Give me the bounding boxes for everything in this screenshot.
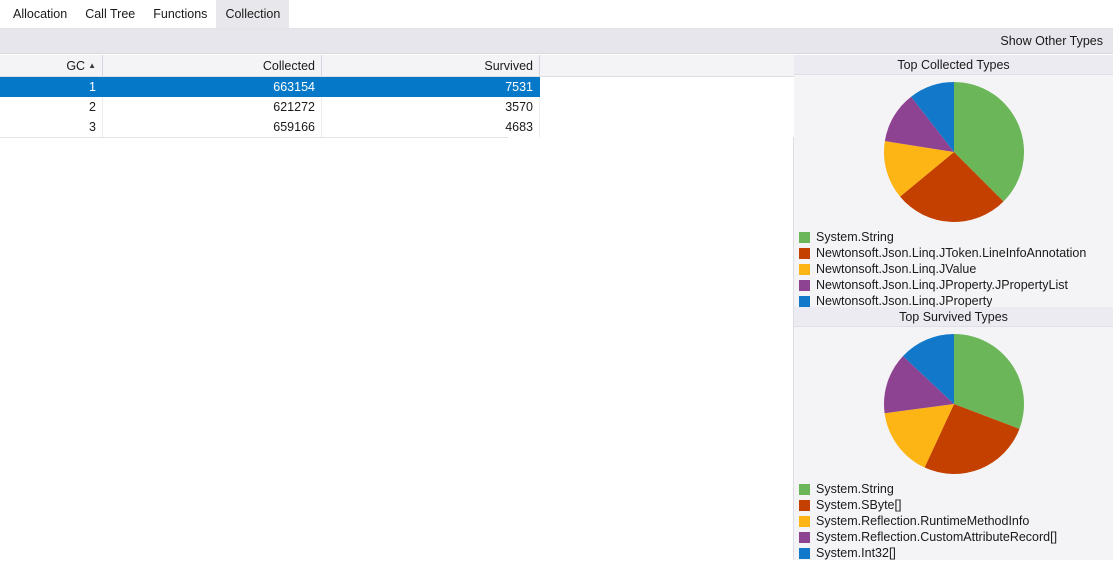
collection-grid-pane: GC ▲ Collected Survived 1 663154 7531 2 … (0, 55, 836, 560)
legend-item-label: Newtonsoft.Json.Linq.JProperty.JProperty… (816, 278, 1068, 292)
collection-table: GC ▲ Collected Survived 1 663154 7531 2 … (0, 55, 836, 137)
charts-pane: Top Collected Types System.String Newtons… (793, 55, 1113, 560)
cell-collected: 621272 (102, 97, 322, 117)
column-header-gc-label: GC (66, 58, 86, 73)
tab-collection[interactable]: Collection (216, 0, 290, 28)
table-row[interactable]: 3 659166 4683 (0, 117, 836, 137)
tab-functions-label: Functions (153, 7, 208, 21)
column-header-collected[interactable]: Collected (102, 55, 322, 77)
legend-swatch-icon (799, 483, 810, 495)
legend-item[interactable]: System.String (799, 481, 1113, 497)
legend-item[interactable]: Newtonsoft.Json.Linq.JToken.LineInfoAnno… (799, 245, 1113, 261)
legend-item[interactable]: Newtonsoft.Json.Linq.JProperty.JProperty… (799, 277, 1113, 293)
legend-swatch-icon (799, 279, 810, 291)
legend-item[interactable]: System.SByte[] (799, 497, 1113, 513)
column-header-collected-label: Collected (262, 58, 315, 73)
legend-item-label: System.SByte[] (816, 498, 902, 512)
cell-gc: 1 (0, 76, 103, 97)
table-row[interactable]: 1 663154 7531 (0, 76, 836, 97)
column-header-gc[interactable]: GC ▲ (0, 55, 103, 77)
tab-call-tree-label: Call Tree (85, 7, 136, 21)
legend-item[interactable]: Newtonsoft.Json.Linq.JValue (799, 261, 1113, 277)
top-collected-types-body: System.String Newtonsoft.Json.Linq.JToken… (794, 75, 1113, 309)
tab-strip: Allocation Call Tree Functions Collectio… (0, 0, 1113, 29)
legend-item[interactable]: System.Reflection.RuntimeMethodInfo (799, 513, 1113, 529)
cell-filler (539, 117, 836, 137)
pie-chart-survived (883, 334, 1024, 474)
legend-item[interactable]: System.Int32[] (799, 545, 1113, 561)
top-collected-types-legend: System.String Newtonsoft.Json.Linq.JToken… (794, 227, 1113, 309)
content-area: GC ▲ Collected Survived 1 663154 7531 2 … (0, 55, 1113, 560)
legend-item[interactable]: System.String (799, 229, 1113, 245)
table-header-row: GC ▲ Collected Survived (0, 55, 836, 77)
legend-swatch-icon (799, 547, 810, 559)
top-survived-types-title: Top Survived Types (794, 307, 1113, 327)
sort-ascending-icon: ▲ (88, 60, 96, 70)
column-header-survived-label: Survived (484, 58, 533, 73)
legend-item[interactable]: System.Reflection.CustomAttributeRecord[… (799, 529, 1113, 545)
cell-gc: 2 (0, 97, 103, 117)
top-collected-types-panel: Top Collected Types System.String Newtons… (794, 55, 1113, 309)
legend-swatch-icon (799, 531, 810, 543)
cell-filler (539, 97, 836, 117)
show-other-types-button[interactable]: Show Other Types (1000, 34, 1103, 48)
cell-survived: 7531 (321, 76, 540, 97)
cell-collected: 663154 (102, 76, 322, 97)
legend-swatch-icon (799, 231, 810, 243)
legend-swatch-icon (799, 247, 810, 259)
cell-gc: 3 (0, 117, 103, 137)
tab-call-tree[interactable]: Call Tree (76, 0, 144, 28)
tab-allocation[interactable]: Allocation (4, 0, 76, 28)
tab-collection-label: Collection (225, 7, 281, 21)
toolbar: Show Other Types (0, 29, 1113, 54)
table-body: 1 663154 7531 2 621272 3570 3 659166 468… (0, 76, 836, 137)
column-header-survived[interactable]: Survived (321, 55, 540, 77)
legend-item-label: Newtonsoft.Json.Linq.JToken.LineInfoAnno… (816, 246, 1087, 260)
column-header-filler (539, 55, 836, 77)
tab-allocation-label: Allocation (13, 7, 68, 21)
cell-collected: 659166 (102, 117, 322, 137)
top-survived-types-legend: System.String System.SByte[] System.Reflec… (794, 479, 1113, 561)
legend-item-label: System.Int32[] (816, 546, 896, 560)
top-collected-types-chart (794, 75, 1113, 227)
top-survived-types-chart (794, 327, 1113, 479)
legend-item-label: Newtonsoft.Json.Linq.JProperty (816, 294, 993, 308)
legend-item-label: System.Reflection.RuntimeMethodInfo (816, 514, 1030, 528)
tab-functions[interactable]: Functions (144, 0, 216, 28)
top-survived-types-body: System.String System.SByte[] System.Reflec… (794, 327, 1113, 560)
table-row[interactable]: 2 621272 3570 (0, 97, 836, 117)
legend-item-label: System.String (816, 482, 894, 496)
legend-item-label: Newtonsoft.Json.Linq.JValue (816, 262, 977, 276)
pie-chart-collected (883, 82, 1024, 223)
grid-bottom-divider (0, 137, 508, 138)
legend-item-label: System.String (816, 230, 894, 244)
top-survived-types-panel: Top Survived Types System.String System.S… (794, 307, 1113, 560)
legend-swatch-icon (799, 263, 810, 275)
cell-filler (539, 76, 836, 97)
cell-survived: 3570 (321, 97, 540, 117)
top-collected-types-title: Top Collected Types (794, 55, 1113, 75)
cell-survived: 4683 (321, 117, 540, 137)
legend-swatch-icon (799, 295, 810, 307)
legend-item-label: System.Reflection.CustomAttributeRecord[… (816, 530, 1058, 544)
legend-swatch-icon (799, 499, 810, 511)
legend-swatch-icon (799, 515, 810, 527)
